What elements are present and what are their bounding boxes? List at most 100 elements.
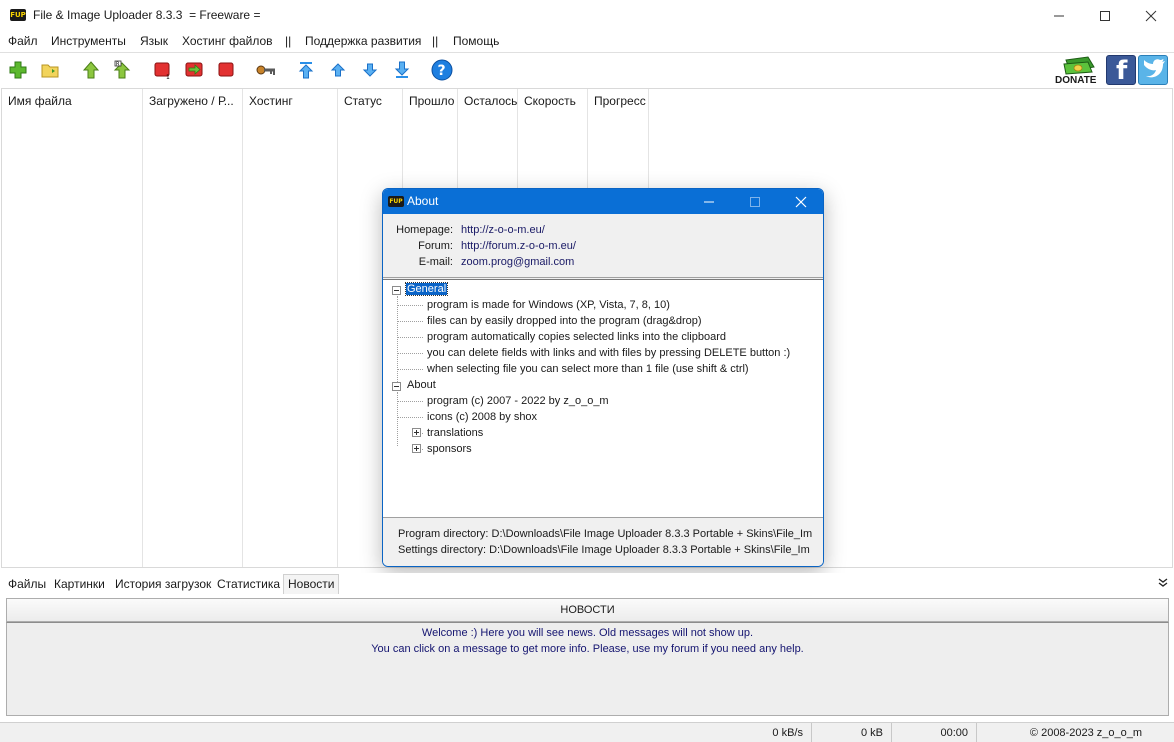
tree-line <box>397 417 423 418</box>
accounts-button[interactable] <box>255 59 277 81</box>
upload-all-button[interactable]: R <box>111 59 133 81</box>
maximize-icon <box>750 196 760 207</box>
upload-button[interactable] <box>80 59 102 81</box>
menu-bar: Файл Инструменты Язык Хостинг файлов || … <box>0 32 1174 52</box>
stop-button[interactable]: 1 <box>151 59 173 81</box>
keys-icon <box>256 65 275 75</box>
add-folder-button[interactable] <box>39 59 61 81</box>
collapse-panel-button[interactable] <box>1158 577 1168 591</box>
menu-file[interactable]: Файл <box>8 34 38 48</box>
forum-link[interactable]: http://forum.z-o-o-m.eu/ <box>461 240 576 252</box>
minimize-icon <box>1054 15 1064 17</box>
tree-node-about[interactable]: About <box>407 379 436 391</box>
add-icon <box>9 61 27 79</box>
tree-item[interactable]: icons (c) 2008 by shox <box>427 411 537 423</box>
menu-tools[interactable]: Инструменты <box>51 34 126 48</box>
column-hosting[interactable]: Хостинг <box>243 89 338 567</box>
news-panel[interactable]: Welcome :) Here you will see news. Old m… <box>6 622 1169 716</box>
stop-all-icon <box>218 62 234 77</box>
column-header[interactable]: Хостинг <box>249 94 293 108</box>
expand-sponsors-icon[interactable] <box>412 444 421 453</box>
about-logo-icon: FUP <box>388 196 404 207</box>
svg-text:R: R <box>116 62 120 68</box>
menu-language[interactable]: Язык <box>140 34 168 48</box>
menu-help[interactable]: Помощь <box>453 34 499 48</box>
stop-icon: 1 <box>154 62 170 80</box>
program-directory: Program directory: D:\Downloads\File Ima… <box>398 528 813 540</box>
tab-files[interactable]: Файлы <box>4 575 50 595</box>
upload-icon <box>82 61 100 79</box>
tree-item[interactable]: when selecting file you can select more … <box>427 363 749 375</box>
money-icon <box>1063 56 1095 75</box>
move-bottom-button[interactable] <box>391 59 413 81</box>
about-minimize-button[interactable] <box>687 189 731 214</box>
donate-label: DONATE <box>1055 75 1097 86</box>
menu-file-hosting[interactable]: Хостинг файлов <box>182 34 273 48</box>
help-icon: ? <box>431 59 453 81</box>
facebook-icon: f <box>1116 56 1128 86</box>
email-link[interactable]: zoom.prog@gmail.com <box>461 256 574 268</box>
title-bar: FUP File & Image Uploader 8.3.3 = Freewa… <box>0 0 1174 32</box>
twitter-icon <box>1144 59 1165 78</box>
about-close-button[interactable] <box>779 189 823 214</box>
about-maximize-button <box>733 189 777 214</box>
tree-line <box>397 337 423 338</box>
minimize-button[interactable] <box>1036 0 1082 32</box>
stop-all-button[interactable] <box>215 59 237 81</box>
menu-separator: || <box>285 34 292 48</box>
news-message[interactable]: Welcome :) Here you will see news. Old m… <box>7 627 1168 639</box>
column-header[interactable]: Загружено / Р... <box>149 94 234 108</box>
homepage-label: Homepage: <box>396 224 453 236</box>
close-icon <box>1145 10 1157 22</box>
column-header[interactable]: Скорость <box>524 94 576 108</box>
news-message[interactable]: You can click on a message to get more i… <box>7 643 1168 655</box>
twitter-button[interactable] <box>1138 55 1168 85</box>
homepage-link[interactable]: http://z-o-o-m.eu/ <box>461 224 545 236</box>
tab-images[interactable]: Картинки <box>50 575 109 595</box>
column-header[interactable]: Имя файла <box>8 94 72 108</box>
move-up-button[interactable] <box>327 59 349 81</box>
stop-next-button[interactable] <box>183 59 205 81</box>
status-size: 0 kB <box>811 723 891 742</box>
settings-directory: Settings directory: D:\Downloads\File Im… <box>398 544 810 556</box>
tree-item[interactable]: files can by easily dropped into the pro… <box>427 315 702 327</box>
help-button[interactable]: ? <box>431 59 453 81</box>
forum-label: Forum: <box>418 240 453 252</box>
about-tree[interactable]: General program is made for Windows (XP,… <box>383 279 823 518</box>
move-top-button[interactable] <box>295 59 317 81</box>
collapse-about-icon[interactable] <box>392 382 401 391</box>
tree-item[interactable]: program (c) 2007 - 2022 by z_o_o_m <box>427 395 609 407</box>
status-time: 00:00 <box>891 723 976 742</box>
tree-node-sponsors[interactable]: sponsors <box>427 443 472 455</box>
close-button[interactable] <box>1128 0 1174 32</box>
tab-news[interactable]: Новости <box>283 574 340 594</box>
tree-node-translations[interactable]: translations <box>427 427 483 439</box>
collapse-general-icon[interactable] <box>392 286 401 295</box>
contact-info-panel: Homepage: http://z-o-o-m.eu/ Forum: http… <box>383 214 823 278</box>
tree-item[interactable]: program automatically copies selected li… <box>427 331 726 343</box>
donate-button[interactable]: DONATE <box>1054 55 1104 87</box>
tree-item[interactable]: program is made for Windows (XP, Vista, … <box>427 299 670 311</box>
move-down-button[interactable] <box>359 59 381 81</box>
open-folder-icon <box>41 64 59 78</box>
next-icon <box>185 62 203 77</box>
tree-line <box>397 401 423 402</box>
column-header[interactable]: Статус <box>344 94 382 108</box>
column-uploaded[interactable]: Загружено / Р... <box>143 89 243 567</box>
status-bar: 0 kB/s 0 kB 00:00 © 2008-2023 z_o_o_m <box>0 722 1174 742</box>
tab-statistics[interactable]: Статистика <box>213 575 284 595</box>
column-header[interactable]: Осталось <box>464 94 517 108</box>
expand-translations-icon[interactable] <box>412 428 421 437</box>
facebook-button[interactable]: f <box>1106 55 1136 86</box>
tree-node-general[interactable]: General <box>404 282 449 296</box>
column-header[interactable]: Прогресс <box>594 94 646 108</box>
tree-item[interactable]: you can delete fields with links and wit… <box>427 347 790 359</box>
column-header[interactable]: Прошло <box>409 94 454 108</box>
tab-upload-history[interactable]: История загрузок <box>111 575 215 595</box>
column-file-name[interactable]: Имя файла <box>2 89 143 567</box>
maximize-button[interactable] <box>1082 0 1128 32</box>
minimize-icon <box>704 201 714 202</box>
menu-support-development[interactable]: Поддержка развития <box>305 34 421 48</box>
tree-line <box>397 353 423 354</box>
add-files-button[interactable] <box>7 59 29 81</box>
